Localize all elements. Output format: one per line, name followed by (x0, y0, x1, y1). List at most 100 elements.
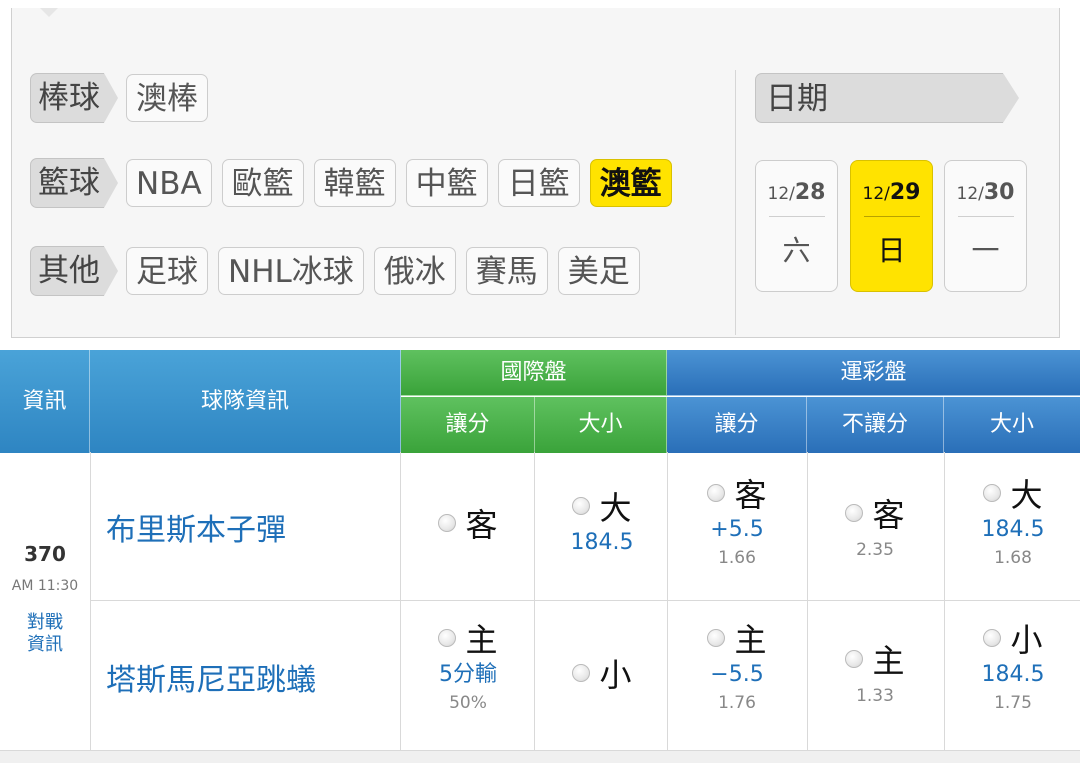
line-value: 184.5 (981, 517, 1045, 542)
pick-label: 主 (872, 642, 905, 680)
header-lot-moneyline: 不讓分 (807, 397, 944, 453)
chip-nba[interactable]: NBA (126, 159, 212, 207)
radio-button[interactable] (983, 484, 1002, 502)
pick-label: 主 (734, 621, 767, 659)
away-lot-spread[interactable]: 客 +5.5 1.66 (670, 470, 804, 570)
radio-button[interactable] (983, 629, 1002, 647)
pick-option[interactable]: 大 (983, 470, 1043, 516)
date-weekday: 一 (971, 234, 1000, 267)
category-baseball[interactable]: 棒球 (30, 73, 118, 123)
date-month: 12/ (956, 184, 984, 204)
odds-value: 2.35 (856, 540, 894, 560)
pick-label: 客 (872, 496, 905, 534)
date-separator (863, 216, 920, 217)
chip-horse-racing[interactable]: 賽馬 (465, 247, 548, 295)
pick-label: 大 (599, 489, 632, 527)
date-day: 28 (794, 180, 826, 205)
home-intl-spread[interactable]: 主 5分輸 50% (401, 615, 535, 715)
pick-option[interactable]: 主 (845, 636, 905, 682)
radio-button[interactable] (707, 629, 726, 647)
date-month: 12/ (767, 184, 795, 204)
chip-australia-basketball[interactable]: 澳籃 (589, 159, 672, 207)
odds-value: 1.68 (994, 548, 1032, 568)
home-team-name[interactable]: 塔斯馬尼亞跳蟻 (106, 655, 316, 699)
date-button-30[interactable]: 12/30 一 (944, 160, 1027, 292)
chip-soccer[interactable]: 足球 (126, 247, 208, 295)
matchup-info-link[interactable]: 對戰資訊 (22, 612, 68, 656)
away-team-name[interactable]: 布里斯本子彈 (106, 505, 286, 549)
panel-divider (735, 70, 736, 335)
table-bottom-border (0, 750, 1080, 763)
date-separator (957, 216, 1014, 217)
date-button-29[interactable]: 12/29 日 (850, 160, 933, 292)
chip-australian-baseball[interactable]: 澳棒 (126, 74, 208, 122)
date-month: 12/ (862, 184, 890, 204)
date-button-28[interactable]: 12/28 六 (755, 160, 838, 292)
radio-button[interactable] (845, 650, 864, 668)
odds-value: 1.33 (856, 686, 894, 706)
chip-american-football[interactable]: 美足 (557, 247, 640, 295)
home-lot-moneyline[interactable]: 主 1.33 (808, 636, 942, 708)
col-divider (944, 452, 945, 750)
game-time: AM 11:30 (11, 578, 79, 594)
pick-option[interactable]: 小 (572, 650, 632, 696)
header-lot-spread: 讓分 (667, 397, 807, 453)
header-team-info: 球隊資訊 (90, 350, 401, 453)
pick-label: 小 (599, 656, 632, 694)
line-value: 184.5 (981, 662, 1045, 687)
col-divider (90, 452, 91, 750)
pick-option[interactable]: 客 (845, 490, 905, 536)
category-basketball[interactable]: 籃球 (30, 158, 118, 208)
header-intl-spread: 讓分 (401, 397, 535, 453)
date-label: 日期 (755, 73, 1019, 123)
pick-label: 小 (1010, 621, 1043, 659)
date-text: 12/29 (851, 181, 932, 206)
chip-china-basketball[interactable]: 中籃 (405, 159, 488, 207)
filter-row-other: 其他 足球 NHL冰球 俄冰 賽馬 美足 (30, 246, 650, 296)
home-intl-total[interactable]: 小 (535, 650, 669, 696)
pick-option[interactable]: 小 (983, 615, 1043, 661)
chip-korea-basketball[interactable]: 韓籃 (313, 159, 396, 207)
date-text: 12/30 (945, 181, 1026, 206)
category-other[interactable]: 其他 (30, 246, 118, 296)
game-number: 370 (24, 542, 66, 566)
away-lot-total[interactable]: 大 184.5 1.68 (946, 470, 1080, 570)
away-intl-spread[interactable]: 客 (401, 500, 535, 546)
home-lot-spread[interactable]: 主 −5.5 1.76 (670, 615, 804, 715)
chip-japan-basketball[interactable]: 日籃 (497, 159, 580, 207)
pick-option[interactable]: 客 (438, 500, 498, 546)
chip-nhl-hockey[interactable]: NHL冰球 (218, 247, 364, 295)
date-day: 29 (889, 180, 921, 205)
pick-option[interactable]: 客 (707, 470, 767, 516)
pick-label: 主 (465, 621, 498, 659)
radio-button[interactable] (707, 484, 726, 502)
radio-button[interactable] (572, 497, 591, 515)
line-value: 5分輸 (439, 662, 497, 687)
radio-button[interactable] (845, 504, 864, 522)
date-separator (768, 216, 825, 217)
away-lot-moneyline[interactable]: 客 2.35 (808, 490, 942, 562)
game-info: 370 AM 11:30 對戰資訊 (0, 452, 90, 750)
home-lot-total[interactable]: 小 184.5 1.75 (946, 615, 1080, 715)
radio-button[interactable] (572, 664, 591, 682)
odds-value: 1.66 (718, 548, 756, 568)
filter-row-basketball: 籃球 NBA 歐籃 韓籃 中籃 日籃 澳籃 (30, 158, 682, 208)
date-day: 30 (983, 180, 1015, 205)
pick-option[interactable]: 主 (707, 615, 767, 661)
date-text: 12/28 (756, 181, 837, 206)
radio-button[interactable] (438, 514, 457, 532)
pick-option[interactable]: 大 (572, 483, 632, 529)
radio-button[interactable] (438, 629, 457, 647)
odds-value: 1.76 (718, 693, 756, 713)
panel-notch (40, 8, 58, 17)
pick-option[interactable]: 主 (438, 615, 498, 661)
header-intl-total: 大小 (535, 397, 667, 453)
date-weekday: 日 (877, 234, 906, 267)
line-value: +5.5 (710, 517, 764, 542)
line-value: −5.5 (710, 662, 764, 687)
chip-euro-basketball[interactable]: 歐籃 (221, 159, 304, 207)
row-divider (90, 600, 1080, 601)
away-intl-total[interactable]: 大 184.5 (535, 483, 669, 557)
header-lottery-odds: 運彩盤 (667, 350, 1080, 396)
chip-russia-hockey[interactable]: 俄冰 (373, 247, 456, 295)
